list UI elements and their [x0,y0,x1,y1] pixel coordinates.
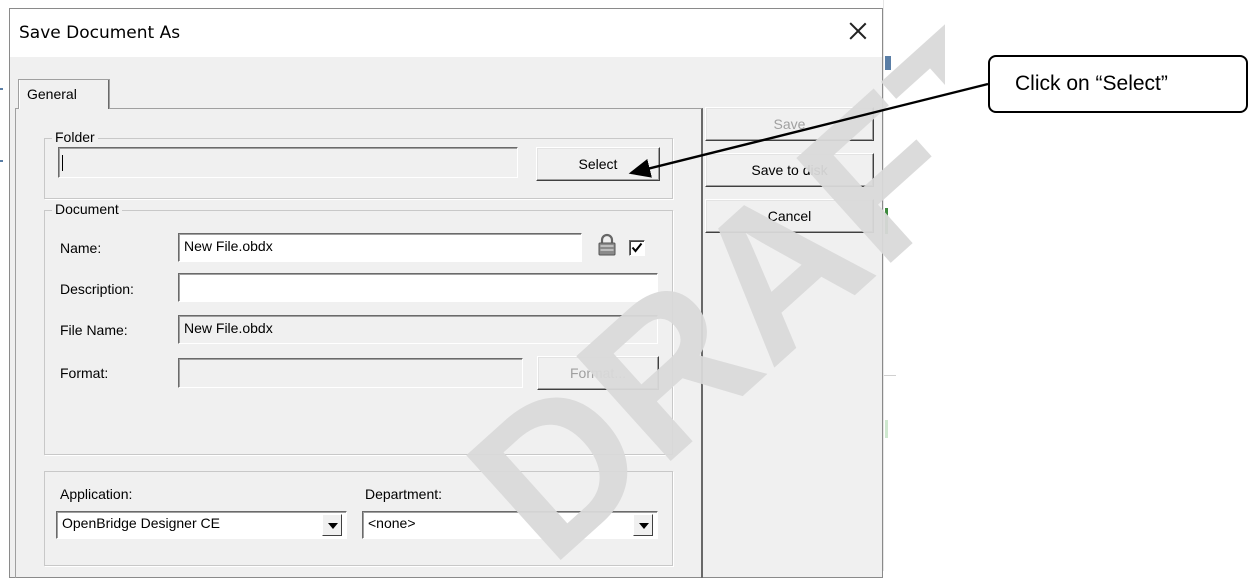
tab-general[interactable]: General [18,79,110,109]
text-cursor [62,155,63,171]
cancel-button-label: Cancel [767,208,812,224]
background-green-mark-2 [885,420,888,438]
lock-icon[interactable] [597,233,617,257]
close-icon[interactable] [846,19,870,43]
chevron-down-icon[interactable] [322,514,342,536]
folder-group-title: Folder [52,129,98,145]
format-button-label: Format... [569,365,626,381]
cancel-button[interactable]: Cancel [705,199,874,233]
callout-text: Click on “Select” [1015,72,1168,95]
background-window [883,0,993,571]
select-button-label: Select [578,156,618,172]
annotation-callout: Click on “Select” [988,55,1248,113]
description-label: Description: [60,281,134,297]
dialog-title: Save Document As [19,23,181,43]
department-select[interactable]: <none> [362,511,658,539]
checkmark-icon [631,242,643,253]
background-green-mark [885,208,888,234]
dialog-client-area: General Folder Select Document Name: New… [10,57,882,578]
description-field[interactable] [178,273,658,302]
format-label: Format: [60,365,109,381]
document-group-title: Document [52,201,122,217]
format-field [178,358,523,388]
folder-path-field[interactable] [58,147,518,178]
file-name-field: New File.obdx [178,315,658,344]
tab-general-label: General [27,86,77,102]
save-document-dialog: Save Document As General Folder Select D… [9,8,883,578]
background-left-mark-2 [0,160,3,162]
save-button[interactable]: Save [705,107,874,141]
name-field[interactable]: New File.obdx [178,233,582,262]
save-to-disk-label: Save to disk [751,162,828,178]
background-rule [884,375,896,376]
background-edge [883,0,884,571]
department-label: Department: [365,486,443,502]
save-to-disk-button[interactable]: Save to disk [705,153,874,187]
application-label: Application: [60,486,133,502]
tab-pane-general: Folder Select Document Name: New File.ob… [15,108,703,578]
name-label: Name: [60,240,102,256]
format-button[interactable]: Format... [537,356,659,390]
background-blue-mark [885,56,891,70]
save-button-label: Save [773,116,806,132]
background-left-mark [0,88,3,90]
file-name-label: File Name: [60,322,128,338]
select-folder-button[interactable]: Select [536,147,660,181]
title-bar[interactable]: Save Document As [10,9,882,57]
name-lock-checkbox[interactable] [629,240,645,256]
chevron-down-icon[interactable] [633,514,653,536]
application-select[interactable]: OpenBridge Designer CE [56,511,347,539]
